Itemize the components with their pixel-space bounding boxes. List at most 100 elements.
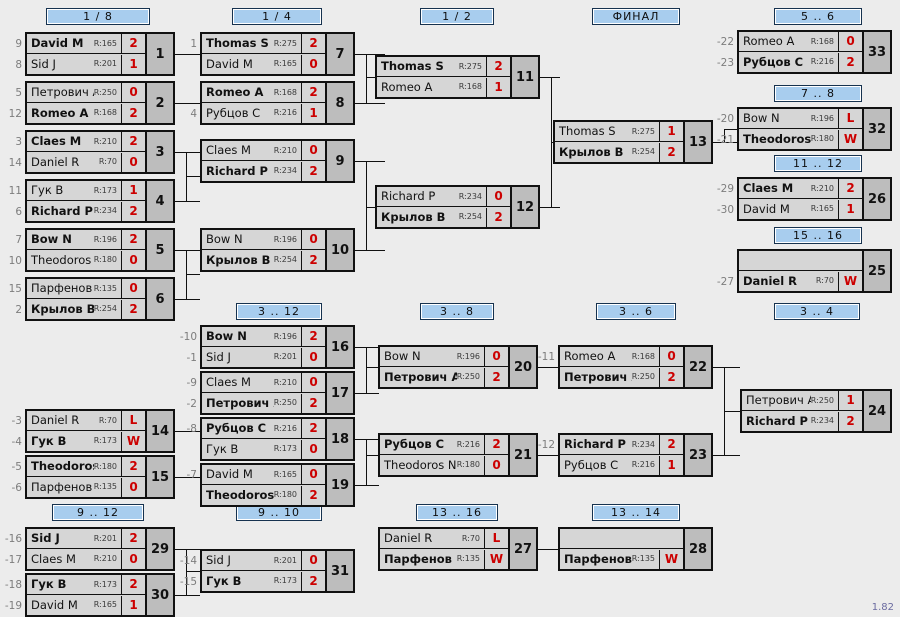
player-row[interactable] [560, 529, 683, 549]
match-box[interactable]: Theodoros NR:180 2 Парфенов МR:135 015 [25, 455, 175, 499]
player-row[interactable]: David M R:165 0 [202, 465, 325, 485]
player-row[interactable]: Рубцов С R:216 2 [739, 52, 862, 72]
player-row[interactable]: David M R:165 2 [27, 34, 145, 54]
player-row[interactable]: Sid J R:201 2 [27, 529, 145, 549]
player-row[interactable]: Richard P R:234 2 [202, 161, 325, 181]
player-row[interactable]: Sid J R:201 1 [27, 54, 145, 74]
match-box[interactable]: Гук В R:173 2 David M R:165 1 30 [25, 573, 175, 617]
player-row[interactable]: Парфенов МR:135 W [560, 549, 683, 569]
player-row[interactable]: Sid J R:201 0 [202, 551, 325, 571]
player-row[interactable]: Петрович АR:250 2 [560, 367, 683, 387]
match-box[interactable]: Bow N R:196 2 Theodoros NR:180 05 [25, 228, 175, 272]
player-row[interactable]: Петрович А R:250 0 [27, 83, 145, 103]
player-row[interactable]: Thomas S R:275 1 [555, 122, 683, 142]
player-row[interactable]: Theodoros NR:180 2 [202, 485, 325, 505]
match-box[interactable]: Гук В R:173 1 Richard P R:234 2 4 [25, 179, 175, 223]
player-row[interactable]: Claes M R:210 0 [202, 141, 325, 161]
player-row[interactable]: Bow N R:196 L [739, 109, 862, 129]
player-row[interactable] [739, 251, 862, 271]
match-box[interactable]: Thomas S R:275 2 Romeo A R:168 1 11 [375, 55, 540, 99]
player-row[interactable]: Thomas S R:275 2 [377, 57, 510, 77]
match-box[interactable]: Петрович А R:250 1 Richard P R:234 2 24 [740, 389, 892, 433]
match-box[interactable]: David M R:165 0 Theodoros NR:180 219 [200, 463, 355, 507]
player-row[interactable]: Daniel R R:70 L [380, 529, 508, 549]
match-box[interactable]: Romeo A R:168 0 Петрович АR:250 222 [558, 345, 713, 389]
player-row[interactable]: Петрович АR:250 2 [380, 367, 508, 387]
player-row[interactable]: Romeo A R:168 2 [202, 83, 325, 103]
match-box[interactable]: Рубцов С R:216 2 Theodoros N R:180 0 21 [378, 433, 538, 477]
player-row[interactable]: Romeo A R:168 0 [560, 347, 683, 367]
player-row[interactable]: Крылов В R:254 2 [555, 142, 683, 162]
player-row[interactable]: Claes M R:210 2 [739, 179, 862, 199]
match-box[interactable]: Рубцов С R:216 2 Гук В R:173 0 18 [200, 417, 355, 461]
match-box[interactable]: Bow N R:196 2 Sid J R:201 0 16 [200, 325, 355, 369]
player-row[interactable]: Theodoros NR:180 0 [380, 455, 508, 475]
player-row[interactable]: Гук В R:173 W [27, 431, 145, 451]
player-row[interactable]: Петрович А R:250 1 [742, 391, 862, 411]
player-row[interactable]: Крылов В R:254 2 [27, 299, 145, 319]
player-row[interactable]: Парфенов МR:135 W [380, 549, 508, 569]
player-row[interactable]: Romeo A R:168 1 [377, 77, 510, 97]
match-box[interactable]: Парфенов МR:135 0 Крылов ВR:254 26 [25, 277, 175, 321]
player-row[interactable]: Парфенов МR:135 0 [27, 477, 145, 497]
player-row[interactable]: Гук В R:173 2 [202, 571, 325, 591]
match-box[interactable]: Thomas S R:275 2 David M R:165 0 7 [200, 32, 355, 76]
match-box[interactable]: Claes M R:210 0 Richard P R:234 2 9 [200, 139, 355, 183]
match-box[interactable]: Sid J R:201 0 Гук В R:173 2 31 [200, 549, 355, 593]
player-row[interactable]: Daniel R R:70 W [739, 271, 862, 291]
player-row[interactable]: Theodoros NR:180 2 [27, 457, 145, 477]
match-box[interactable]: David M R:165 2 Sid J R:201 1 1 [25, 32, 175, 76]
match-box[interactable]: Петрович А R:250 0 Romeo A R:168 2 2 [25, 81, 175, 125]
player-row[interactable]: Claes M R:210 0 [202, 373, 325, 393]
player-row[interactable]: Bow N R:196 0 [380, 347, 508, 367]
player-row[interactable]: Richard P R:234 0 [377, 187, 510, 207]
player-row[interactable]: Bow N R:196 2 [202, 327, 325, 347]
player-row[interactable]: Рубцов С R:216 2 [202, 419, 325, 439]
player-row[interactable]: Гук В R:173 2 [27, 575, 145, 595]
player-row[interactable]: Крылов В R:254 2 [377, 207, 510, 227]
match-box[interactable]: Bow N R:196 0 Петрович А R:250 2 20 [378, 345, 538, 389]
match-box[interactable]: Claes M R:210 2 Daniel R R:70 0 3 [25, 130, 175, 174]
match-box[interactable]: Daniel R R:70 L Гук В R:173 W 14 [25, 409, 175, 453]
player-row[interactable]: Daniel R R:70 0 [27, 152, 145, 172]
match-box[interactable]: Richard P R:234 2 Рубцов С R:216 1 23 [558, 433, 713, 477]
match-box[interactable]: Bow N R:196 0 Крылов В R:254 2 10 [200, 228, 355, 272]
match-box[interactable]: Romeo A R:168 0 Рубцов С R:216 2 33 [737, 30, 892, 74]
match-box[interactable]: Парфенов МR:135 W28 [558, 527, 713, 571]
match-box[interactable]: Romeo A R:168 2 Рубцов С R:216 1 8 [200, 81, 355, 125]
player-row[interactable]: Петрович АR:250 2 [202, 393, 325, 413]
player-row[interactable]: Thomas S R:275 2 [202, 34, 325, 54]
match-box[interactable]: Claes M R:210 0 Петрович АR:250 217 [200, 371, 355, 415]
player-row[interactable]: Bow N R:196 2 [27, 230, 145, 250]
player-row[interactable]: Рубцов С R:216 2 [380, 435, 508, 455]
player-row[interactable]: Richard P R:234 2 [27, 201, 145, 221]
player-row[interactable]: Рубцов С R:216 1 [560, 455, 683, 475]
player-row[interactable]: Claes M R:210 2 [27, 132, 145, 152]
player-row[interactable]: Romeo A R:168 0 [739, 32, 862, 52]
match-box[interactable]: Thomas S R:275 1 Крылов В R:254 2 13 [553, 120, 713, 164]
match-box[interactable]: Bow N R:196 L Theodoros NR:180 W32 [737, 107, 892, 151]
player-row[interactable]: Theodoros NR:180 W [739, 129, 862, 149]
player-row[interactable]: Гук В R:173 0 [202, 439, 325, 459]
player-row[interactable]: Romeo A R:168 2 [27, 103, 145, 123]
player-row[interactable]: Richard P R:234 2 [560, 435, 683, 455]
player-row[interactable]: Bow N R:196 0 [202, 230, 325, 250]
player-row[interactable]: Claes M R:210 0 [27, 549, 145, 569]
match-box[interactable]: Richard P R:234 0 Крылов В R:254 2 12 [375, 185, 540, 229]
player-row[interactable]: David M R:165 0 [202, 54, 325, 74]
match-box[interactable]: Claes M R:210 2 David M R:165 1 26 [737, 177, 892, 221]
player-row[interactable]: Daniel R R:70 L [27, 411, 145, 431]
player-row[interactable]: Theodoros NR:180 0 [27, 250, 145, 270]
player-row[interactable]: Richard P R:234 2 [742, 411, 862, 431]
player-row[interactable]: Гук В R:173 1 [27, 181, 145, 201]
player-row[interactable]: Sid J R:201 0 [202, 347, 325, 367]
match-box[interactable]: Sid J R:201 2 Claes M R:210 0 29 [25, 527, 175, 571]
player-row[interactable]: Парфенов МR:135 0 [27, 279, 145, 299]
match-box[interactable]: Daniel R R:70 L Парфенов МR:135 W27 [378, 527, 538, 571]
player-row[interactable]: David M R:165 1 [27, 595, 145, 615]
match-box[interactable]: Daniel R R:70 W 25 [737, 249, 892, 293]
player-row[interactable]: Рубцов С R:216 1 [202, 103, 325, 123]
match-number: 9 [325, 141, 353, 181]
player-row[interactable]: Крылов В R:254 2 [202, 250, 325, 270]
player-row[interactable]: David M R:165 1 [739, 199, 862, 219]
